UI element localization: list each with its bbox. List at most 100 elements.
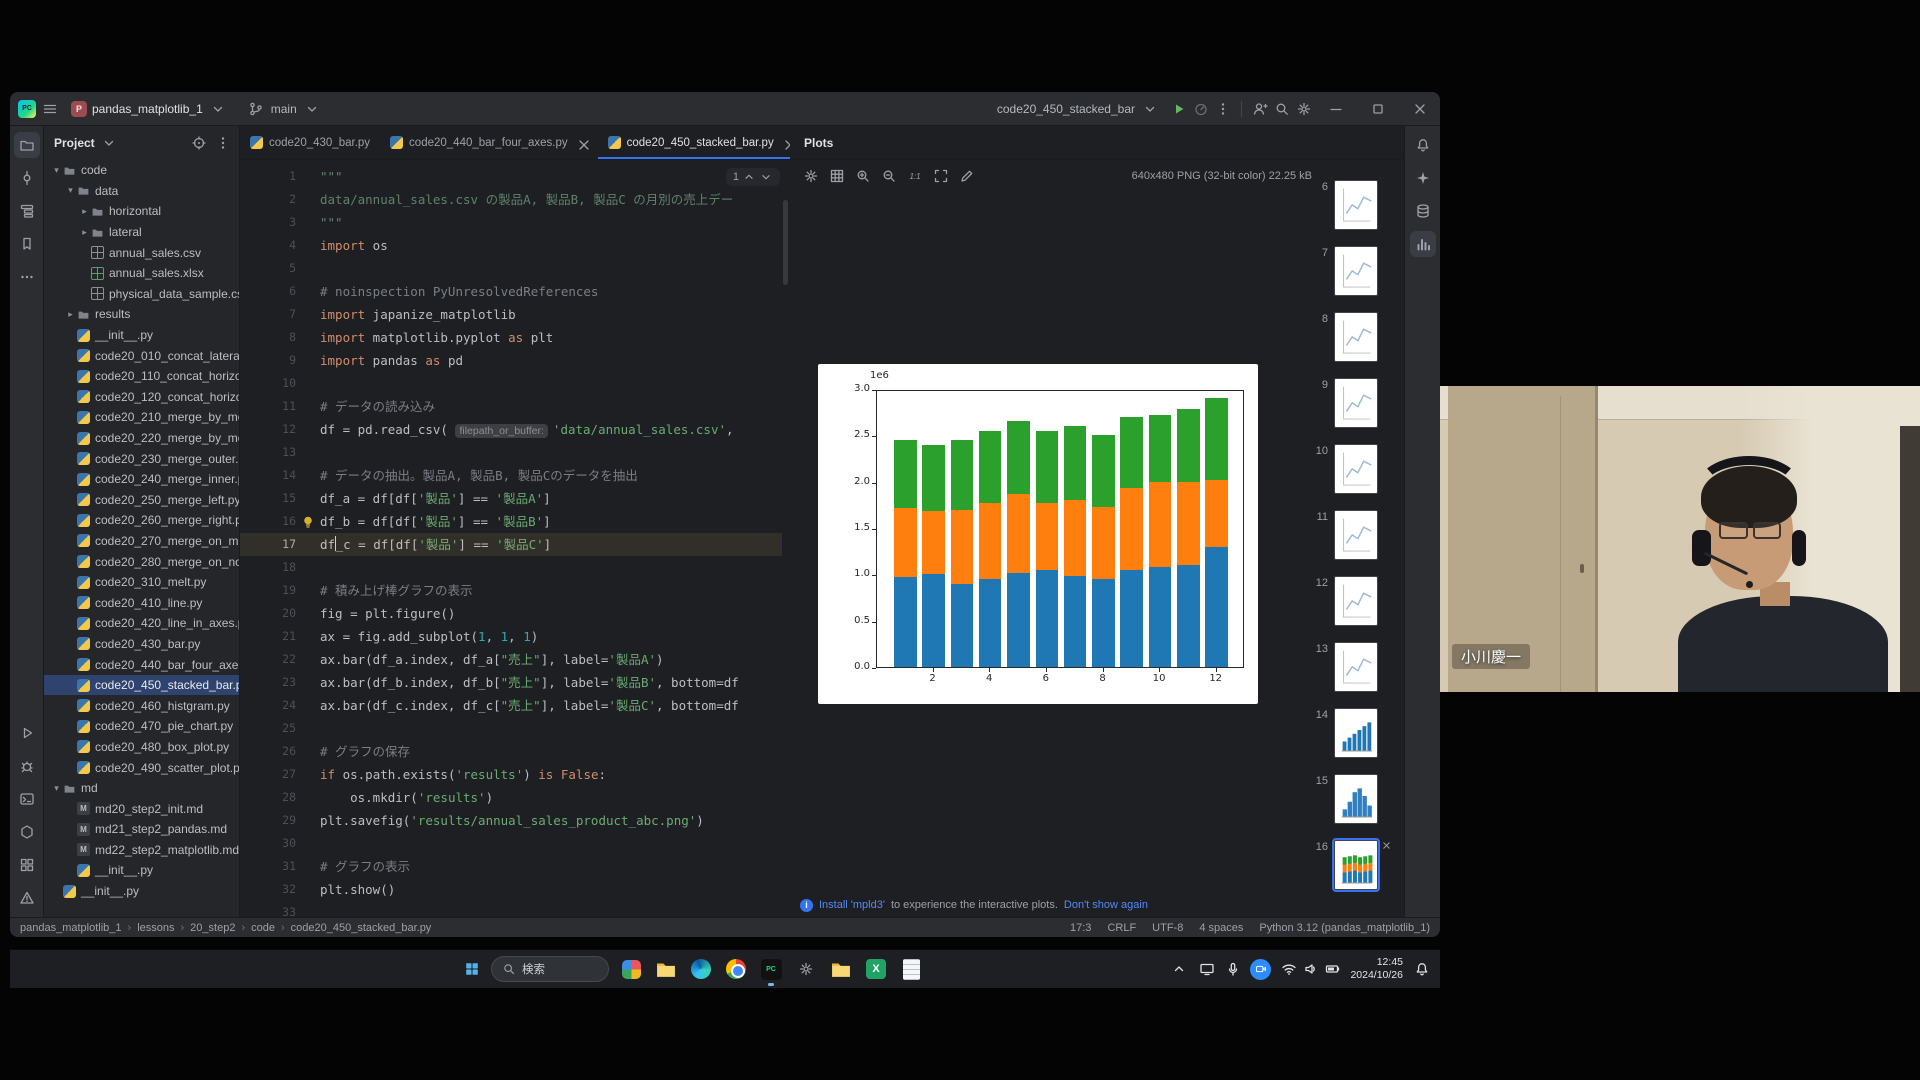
run-button[interactable] — [1169, 99, 1189, 119]
status-bar-item[interactable]: UTF-8 — [1152, 922, 1183, 934]
taskbar-search[interactable]: 検索 — [491, 956, 609, 982]
tree-item[interactable]: __init__.py — [44, 881, 239, 902]
tree-item[interactable]: code20_260_merge_right.py — [44, 510, 239, 531]
plot-thumbnail[interactable] — [1334, 378, 1378, 428]
notifications-tool-button[interactable] — [1410, 132, 1436, 158]
editor-tab[interactable]: code20_450_stacked_bar.py — [598, 126, 790, 159]
tree-item[interactable]: code20_210_merge_by_month.py — [44, 407, 239, 428]
code-line[interactable] — [320, 556, 788, 579]
fit-icon[interactable] — [930, 165, 952, 187]
tree-item[interactable]: __init__.py — [44, 325, 239, 346]
tray-wifi-icon[interactable] — [1280, 961, 1297, 978]
tray-mic-icon[interactable] — [1224, 960, 1242, 978]
code-line[interactable]: ax.bar(df_a.index, df_a["売上"], label='製品… — [320, 648, 788, 671]
code-line[interactable]: ax = fig.add_subplot(1, 1, 1) — [320, 625, 788, 648]
code-line[interactable]: df = pd.read_csv( filepath_or_buffer:'da… — [320, 418, 788, 441]
problems-tool-button[interactable] — [14, 885, 40, 911]
plot-thumbnail[interactable] — [1334, 576, 1378, 626]
ai-assistant-tool-button[interactable] — [1410, 165, 1436, 191]
tree-chevron[interactable]: ▸ — [78, 227, 91, 238]
tree-item[interactable]: code20_220_merge_by_month_d.py — [44, 428, 239, 449]
tree-item[interactable]: ▾ code — [44, 160, 239, 181]
code-line[interactable] — [320, 717, 788, 740]
zoom-out-icon[interactable] — [878, 165, 900, 187]
one-to-one-icon[interactable]: 1:1 — [904, 165, 926, 187]
status-bar-item[interactable]: 17:3 — [1070, 922, 1091, 934]
code-line[interactable]: df_a = df[df['製品'] == '製品A'] — [320, 487, 788, 510]
minimize-button[interactable] — [1316, 92, 1356, 126]
tree-item[interactable]: code20_250_merge_left.py — [44, 490, 239, 511]
tree-item[interactable]: code20_240_merge_inner.py — [44, 469, 239, 490]
select-opened-file-icon[interactable] — [189, 133, 209, 153]
tree-chevron[interactable]: ▾ — [50, 783, 63, 794]
bookmarks-tool-button[interactable] — [14, 231, 40, 257]
more-tool-button[interactable] — [14, 264, 40, 290]
taskbar-app-notepad[interactable] — [898, 956, 924, 982]
code-line[interactable]: df_c = df[df['製品'] == '製品C'] — [320, 533, 788, 556]
code-line[interactable]: # グラフの表示 — [320, 855, 788, 878]
editor-tab[interactable]: code20_430_bar.py — [240, 126, 380, 159]
code-line[interactable]: plt.show() — [320, 878, 788, 901]
code-line[interactable]: if os.path.exists('results') is False: — [320, 763, 788, 786]
zoom-meeting-icon[interactable] — [1250, 959, 1271, 980]
code-line[interactable]: # 積み上げ棒グラフの表示 — [320, 579, 788, 602]
tree-item[interactable]: ▾ md — [44, 778, 239, 799]
status-bar-item[interactable]: CRLF — [1107, 922, 1136, 934]
code-line[interactable]: df_b = df[df['製品'] == '製品B'] — [320, 510, 788, 533]
intention-bulb-icon[interactable] — [300, 514, 314, 528]
plot-thumbnail[interactable] — [1334, 444, 1378, 494]
code-line[interactable]: data/annual_sales.csv の製品A, 製品B, 製品C の月別… — [320, 188, 788, 211]
taskbar-app-folder[interactable] — [828, 956, 854, 982]
charts-tool-button[interactable] — [1410, 231, 1436, 257]
vcs-branch-widget[interactable]: main — [239, 96, 329, 122]
tree-chevron[interactable]: ▸ — [64, 309, 77, 320]
tree-item[interactable]: __init__.py — [44, 860, 239, 881]
code-line[interactable]: ax.bar(df_c.index, df_c["売上"], label='製品… — [320, 694, 788, 717]
python-packages-tool-button[interactable] — [14, 819, 40, 845]
editor-scrollbar[interactable] — [783, 200, 788, 285]
zoom-in-icon[interactable] — [852, 165, 874, 187]
terminal-tool-button[interactable] — [14, 786, 40, 812]
code-line[interactable]: # データの抽出。製品A, 製品B, 製品Cのデータを抽出 — [320, 464, 788, 487]
services-tool-button[interactable] — [14, 852, 40, 878]
tree-item[interactable]: physical_data_sample.csv — [44, 284, 239, 305]
breadcrumb-item[interactable]: 20_step2 — [190, 922, 235, 934]
commit-tool-button[interactable] — [14, 165, 40, 191]
tree-item[interactable]: code20_480_box_plot.py — [44, 737, 239, 758]
notification-center-icon[interactable] — [1412, 959, 1432, 979]
plot-thumbnail[interactable] — [1334, 510, 1378, 560]
next-problem-icon[interactable] — [759, 170, 773, 184]
taskbar-app-settings[interactable] — [793, 956, 819, 982]
tree-item[interactable]: code20_280_merge_on_none.py — [44, 551, 239, 572]
close-plot-icon[interactable] — [1381, 840, 1392, 854]
breadcrumb-item[interactable]: pandas_matplotlib_1 — [20, 922, 122, 934]
chevron-down-icon[interactable] — [99, 133, 119, 153]
search-everywhere-icon[interactable] — [1272, 99, 1292, 119]
database-tool-button[interactable] — [1410, 198, 1436, 224]
tree-item[interactable]: ▸ results — [44, 304, 239, 325]
tree-item[interactable]: code20_310_melt.py — [44, 572, 239, 593]
plot-thumbnail[interactable] — [1334, 312, 1378, 362]
tree-item[interactable]: code20_460_histgram.py — [44, 695, 239, 716]
code-line[interactable]: import os — [320, 234, 788, 257]
tree-item[interactable]: code20_490_scatter_plot.py — [44, 757, 239, 778]
taskbar-app-explorer[interactable] — [653, 956, 679, 982]
tray-overflow-icon[interactable] — [1169, 959, 1189, 979]
tree-item[interactable]: code20_010_concat_lateral.py — [44, 345, 239, 366]
taskbar-app-excel[interactable]: X — [863, 956, 889, 982]
plot-thumbnail[interactable] — [1334, 708, 1378, 758]
plot-thumbnail[interactable] — [1334, 840, 1378, 890]
code-line[interactable]: """ — [320, 165, 788, 188]
profiler-icon[interactable] — [1191, 99, 1211, 119]
code-line[interactable]: # noinspection PyUnresolvedReferences — [320, 280, 788, 303]
editor-tab[interactable]: code20_440_bar_four_axes.py — [380, 126, 598, 159]
run-config-widget[interactable]: code20_450_stacked_bar — [990, 96, 1167, 122]
breadcrumb[interactable]: pandas_matplotlib_1›lessons›20_step2›cod… — [20, 922, 431, 934]
tree-item[interactable]: code20_430_bar.py — [44, 634, 239, 655]
code-line[interactable]: """ — [320, 211, 788, 234]
grid-icon[interactable] — [826, 165, 848, 187]
close-button[interactable] — [1400, 92, 1440, 126]
taskbar-app-pycharm[interactable]: PC — [758, 956, 784, 982]
start-button[interactable] — [462, 959, 482, 979]
install-mpld3-link[interactable]: Install 'mpld3' — [819, 899, 885, 911]
